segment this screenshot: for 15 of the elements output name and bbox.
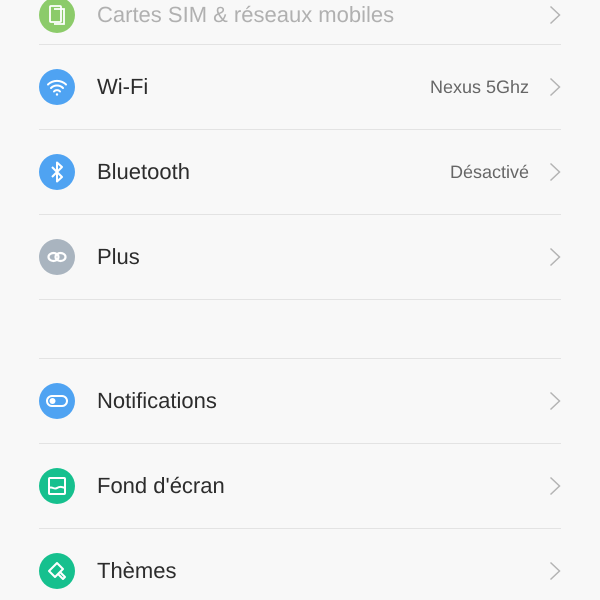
setting-label[interactable]: Wi-Fi <box>97 74 430 100</box>
setting-label[interactable]: Bluetooth <box>97 159 450 185</box>
chevron-icon <box>549 247 561 267</box>
setting-value: Nexus 5Ghz <box>430 76 529 98</box>
chevron-icon <box>549 391 561 411</box>
chevron-icon <box>549 162 561 182</box>
setting-label[interactable]: Notifications <box>97 388 549 414</box>
chevron-icon <box>549 77 561 97</box>
setting-value: Désactivé <box>450 162 529 182</box>
setting-label[interactable]: Thèmes <box>97 558 549 584</box>
chevron-icon <box>549 561 561 581</box>
setting-label[interactable]: Fond d'écran <box>97 473 549 499</box>
chevron-icon <box>549 4 561 24</box>
chevron-icon <box>549 476 561 496</box>
setting-label[interactable]: Plus <box>97 244 549 270</box>
